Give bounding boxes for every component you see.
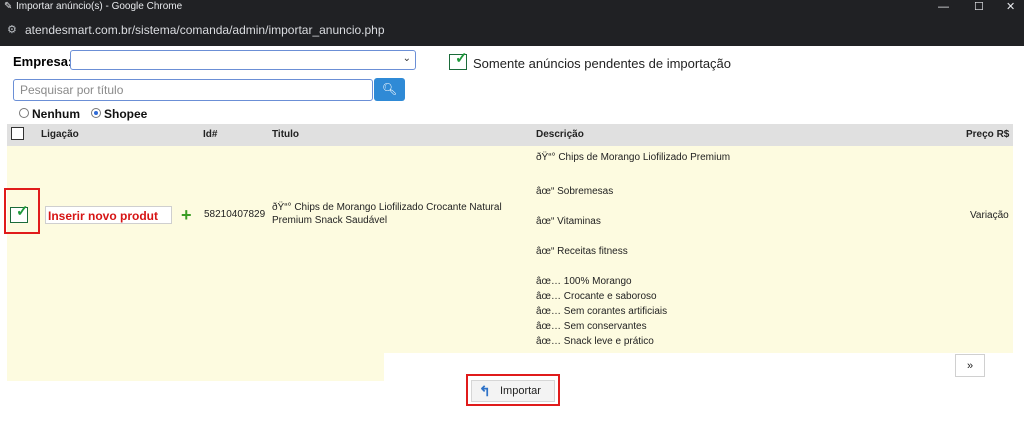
somente-pendentes-checkbox[interactable]: ✓: [449, 50, 468, 70]
address-bar[interactable]: ⚙ atendesmart.com.br/sistema/comanda/adm…: [0, 14, 1024, 46]
next-page-button[interactable]: »: [955, 354, 985, 377]
row-description-line: âœ“ Vitaminas: [536, 216, 601, 227]
window-titlebar: ✎ Importar anúncio(s) - Google Chrome — …: [0, 0, 1024, 14]
row-description-line: ðŸ“° Chips de Morango Liofilizado Premiu…: [536, 152, 731, 163]
somente-pendentes-label[interactable]: Somente anúncios pendentes de importação: [473, 56, 731, 71]
insert-new-product-select[interactable]: Inserir novo produt: [45, 206, 172, 224]
row-description-line: âœ… Sem conservantes: [536, 321, 647, 332]
row-description-line: âœ“ Receitas fitness: [536, 246, 628, 257]
row-description-line: âœ“ Sobremesas: [536, 186, 614, 197]
import-button[interactable]: ↰ Importar: [471, 380, 555, 402]
search-button[interactable]: 🔍︎: [374, 78, 405, 101]
row-checkbox[interactable]: ✓: [10, 203, 29, 223]
import-button-label: Importar: [500, 385, 541, 397]
search-icon: 🔍︎: [381, 82, 398, 96]
close-button[interactable]: ✕: [1006, 0, 1015, 14]
empresa-select[interactable]: ⌄: [70, 50, 416, 70]
header-id: Id#: [203, 129, 218, 140]
row-id: 58210407829: [204, 209, 266, 220]
minimize-button[interactable]: —: [938, 0, 949, 14]
check-icon: ✓: [455, 50, 468, 67]
radio-shopee-label[interactable]: Shopee: [104, 107, 147, 121]
table-row: [7, 146, 1013, 381]
row-description-line: âœ… Snack leve e prático: [536, 336, 654, 347]
header-titulo: Titulo: [272, 129, 300, 140]
radio-shopee[interactable]: [91, 108, 101, 118]
feather-icon: ✎: [4, 1, 13, 12]
window-title: Importar anúncio(s) - Google Chrome: [16, 1, 183, 12]
row-description-line: âœ… Sem corantes artificiais: [536, 306, 668, 317]
row-title-line-2: Premium Snack Saudável: [272, 215, 388, 226]
url-text[interactable]: atendesmart.com.br/sistema/comanda/admin…: [25, 23, 385, 37]
tune-icon[interactable]: ⚙: [7, 23, 17, 36]
header-ligacao: Ligação: [41, 129, 79, 140]
chevron-down-icon: ⌄: [402, 53, 411, 64]
maximize-button[interactable]: ☐: [974, 0, 984, 14]
table-header: Ligação Id# Titulo Descrição Preço R$: [7, 124, 1013, 146]
empresa-label: Empresa:: [13, 54, 73, 69]
row-price: Variação: [970, 210, 1009, 221]
plus-icon[interactable]: +: [181, 206, 192, 224]
header-descricao: Descrição: [536, 129, 584, 140]
select-all-checkbox[interactable]: [11, 127, 24, 140]
check-icon: ✓: [16, 203, 29, 220]
import-icon: ↰: [479, 383, 491, 399]
header-preco: Preço R$: [966, 129, 1010, 140]
radio-nenhum[interactable]: [19, 108, 29, 118]
search-input[interactable]: [13, 79, 373, 101]
radio-nenhum-label[interactable]: Nenhum: [32, 107, 80, 121]
row-description-line: âœ… 100% Morango: [536, 276, 632, 287]
page-content: Empresa: ⌄ ✓ Somente anúncios pendentes …: [0, 46, 1024, 422]
row-title-line-1: ðŸ“° Chips de Morango Liofilizado Crocan…: [272, 202, 502, 213]
row-description-line: âœ… Crocante e saboroso: [536, 291, 657, 302]
insert-new-product-label: Inserir novo produt: [48, 209, 159, 223]
